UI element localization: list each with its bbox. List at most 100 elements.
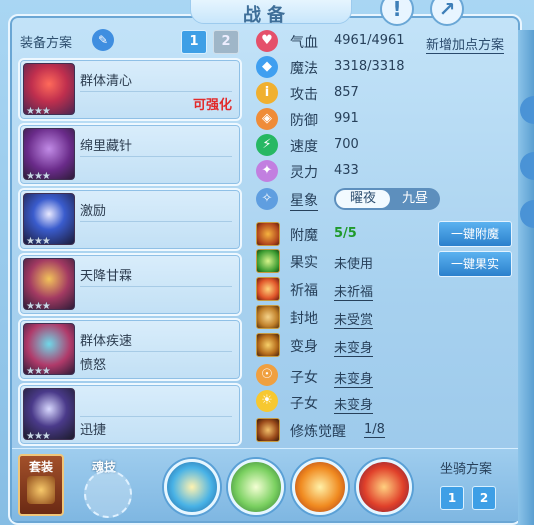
skill-card[interactable]: ★★★ 激励: [18, 188, 242, 251]
skill-secondary: 愤怒: [80, 358, 107, 373]
divider: [80, 221, 232, 222]
skill-card[interactable]: ★★★ 迅捷: [18, 383, 242, 446]
mana-icon: ◆: [256, 56, 278, 78]
function-row-transform[interactable]: 变身 未变身: [256, 333, 436, 357]
child-icon-2: ☀: [256, 390, 278, 412]
skill-stars: ★★★: [26, 106, 51, 117]
divider: [80, 286, 232, 287]
skill-name: 激励: [80, 204, 107, 219]
skill-card[interactable]: ★★★ 天降甘霖: [18, 253, 242, 316]
equip-plan-label: 装备方案: [20, 36, 73, 51]
fief-icon: [256, 305, 280, 329]
soul-orb-2-icon[interactable]: [228, 459, 284, 515]
spirit-icon: ✦: [256, 160, 278, 182]
cultivation-icon: [256, 418, 280, 442]
function-value[interactable]: 未变身: [334, 368, 374, 388]
stat-row-mp: ◆ 魔法 3318/3318: [256, 56, 416, 78]
fruit-icon: [256, 249, 280, 273]
stat-label: 魔法: [290, 61, 318, 77]
suit-label: 套装: [28, 460, 53, 474]
soul-orb-3-icon[interactable]: [292, 459, 348, 515]
equip-plan-tab-1[interactable]: 1: [181, 30, 207, 54]
function-label: 子女: [290, 370, 318, 386]
stat-value: 433: [334, 163, 359, 178]
stat-row-defense: ◈ 防御 991: [256, 108, 416, 130]
function-value: 5/5: [334, 226, 357, 241]
edit-pen-icon[interactable]: ✎: [92, 29, 114, 51]
heart-icon: ♥: [256, 30, 278, 52]
suit-button[interactable]: 套装: [18, 454, 64, 516]
stat-row-spirit: ✦ 灵力 433: [256, 160, 416, 182]
function-label: 变身: [290, 339, 318, 355]
stat-value: 700: [334, 137, 359, 152]
constellation-icon: ✧: [256, 188, 278, 210]
skill-stars: ★★★: [26, 171, 51, 182]
treasure-chest-icon: [27, 476, 55, 504]
function-label: 附魔: [290, 228, 318, 244]
mount-plan-tab-1[interactable]: 1: [440, 486, 464, 510]
function-row-enchant[interactable]: 附魔 5/5: [256, 222, 436, 246]
function-label: 子女: [290, 396, 318, 412]
function-value[interactable]: 未变身: [334, 337, 374, 357]
function-value[interactable]: 未变身: [334, 394, 374, 414]
function-value[interactable]: 1/8: [364, 422, 385, 438]
skill-name: 群体疾速: [80, 334, 133, 349]
function-row-child-2[interactable]: ☀ 子女 未变身: [256, 390, 436, 414]
stat-label: 灵力: [290, 165, 318, 181]
skill-card[interactable]: ★★★ 绵里藏针: [18, 123, 242, 186]
speed-icon: ⚡: [256, 134, 278, 156]
stat-label: 防御: [290, 113, 318, 129]
attack-icon: i: [256, 82, 278, 104]
stat-value: 4961/4961: [334, 33, 405, 48]
function-label: 祈福: [290, 283, 318, 299]
add-stat-plan-link[interactable]: 新增加点方案: [426, 34, 505, 54]
function-value[interactable]: 未受赏: [334, 309, 374, 329]
skill-name: 天降甘霖: [80, 269, 133, 284]
function-label: 封地: [290, 311, 318, 327]
function-value[interactable]: 未祈福: [334, 281, 374, 301]
constellation-toggle[interactable]: 曜夜 九昼: [334, 188, 440, 210]
skill-stars: ★★★: [26, 236, 51, 247]
stat-label: 速度: [290, 139, 318, 155]
enchant-icon: [256, 222, 280, 246]
stat-value: 991: [334, 111, 359, 126]
mount-plan-label: 坐骑方案: [440, 462, 493, 477]
skill-secondary: 迅捷: [80, 423, 107, 438]
stat-row-hp: ♥ 气血 4961/4961: [256, 30, 416, 52]
defense-icon: ◈: [256, 108, 278, 130]
function-label: 果实: [290, 255, 318, 271]
stat-value: 857: [334, 85, 359, 100]
skill-card[interactable]: ★★★ 群体清心 可强化: [18, 58, 242, 121]
divider: [80, 156, 232, 157]
skill-stars: ★★★: [26, 431, 51, 442]
function-row-fief[interactable]: 封地 未受赏: [256, 305, 436, 329]
function-row-cultivation[interactable]: 修炼觉醒 1/8: [256, 418, 436, 442]
function-row-child[interactable]: ☉ 子女 未变身: [256, 364, 436, 388]
soul-orb-4-icon[interactable]: [356, 459, 412, 515]
transform-icon: [256, 333, 280, 357]
skill-card[interactable]: ★★★ 群体疾速 愤怒: [18, 318, 242, 381]
stat-label: 气血: [290, 35, 318, 51]
stat-value: 3318/3318: [334, 59, 405, 74]
equip-plan-tab-2[interactable]: 2: [213, 30, 239, 54]
stat-row-speed: ⚡ 速度 700: [256, 134, 416, 156]
function-label: 修炼觉醒: [290, 424, 346, 440]
function-row-fruit[interactable]: 果实 未使用: [256, 249, 436, 273]
fruit-all-button[interactable]: 一键果实: [438, 251, 512, 277]
divider: [80, 416, 232, 417]
toggle-option-night[interactable]: 曜夜: [336, 190, 390, 208]
upgradable-badge[interactable]: 可强化: [193, 94, 232, 113]
constellation-label[interactable]: 星象: [290, 190, 318, 211]
child-icon: ☉: [256, 364, 278, 386]
skill-stars: ★★★: [26, 301, 51, 312]
soul-orb-1-icon[interactable]: [164, 459, 220, 515]
skill-stars: ★★★: [26, 366, 51, 377]
function-row-blessing[interactable]: 祈福 未祈福: [256, 277, 436, 301]
toggle-option-day[interactable]: 九昼: [392, 190, 438, 208]
enchant-all-button[interactable]: 一键附魔: [438, 221, 512, 247]
blessing-icon: [256, 277, 280, 301]
function-value: 未使用: [334, 257, 374, 272]
stat-label: 攻击: [290, 87, 318, 103]
soul-skill-slot[interactable]: [84, 470, 132, 518]
mount-plan-tab-2[interactable]: 2: [472, 486, 496, 510]
